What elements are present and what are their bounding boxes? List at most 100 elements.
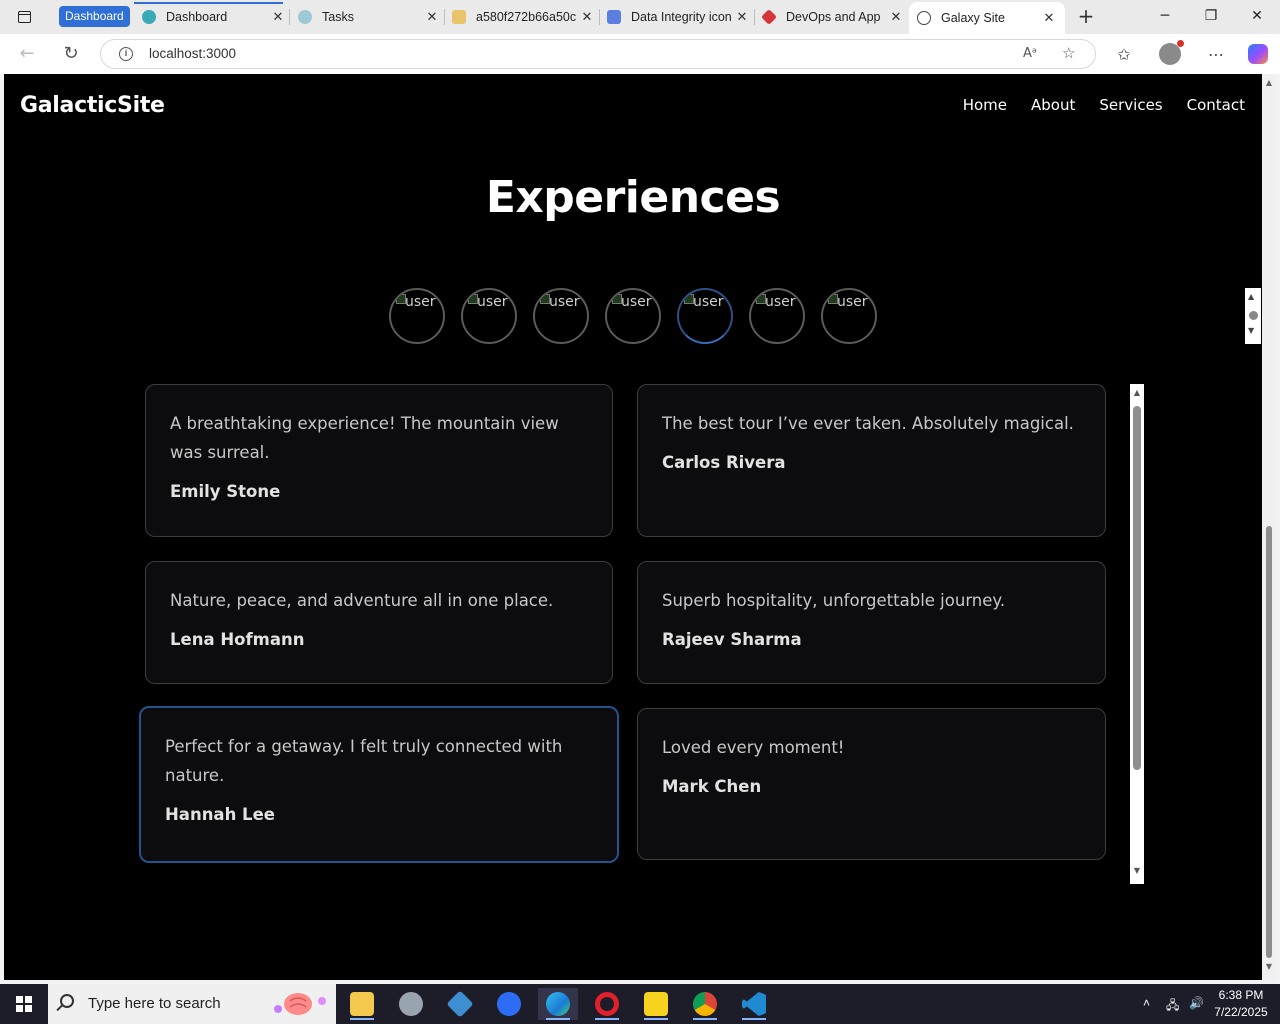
tab-data-integrity[interactable]: Data Integrity icon ✕ <box>607 4 750 30</box>
taskbar-search[interactable]: Type here to search <box>48 984 336 1024</box>
tab-title: Data Integrity icon <box>631 10 732 24</box>
avatar-alt-text: user <box>477 294 508 310</box>
tab-dashboard[interactable]: Dashboard ✕ <box>142 4 286 30</box>
site-info-icon[interactable]: i <box>119 47 133 61</box>
tab-title: DevOps and App <box>786 10 881 24</box>
reload-button[interactable]: ↻ <box>58 42 84 66</box>
scroll-thumb[interactable] <box>1266 526 1272 958</box>
testimonial-quote: Superb hospitality, unforgettable journe… <box>662 591 1006 610</box>
w-favicon-icon <box>452 10 466 24</box>
url-text[interactable]: localhost:3000 <box>149 46 236 61</box>
tab-actions-icon[interactable] <box>10 6 38 28</box>
page-scrollbar[interactable]: ▲ ▼ <box>1262 74 1276 980</box>
tab-hash[interactable]: a580f272b66a50c ✕ <box>452 4 595 30</box>
user-avatar[interactable]: user <box>821 288 877 344</box>
devops-favicon-icon <box>761 9 777 25</box>
tab-tasks[interactable]: Tasks ✕ <box>298 4 440 30</box>
taskbar-sticky-notes[interactable] <box>636 988 676 1020</box>
user-avatar[interactable]: user <box>461 288 517 344</box>
testimonial-card[interactable]: Loved every moment! Mark Chen <box>637 708 1106 860</box>
chevron-up-icon[interactable]: ˄ <box>1143 996 1150 1010</box>
running-indicator <box>644 1018 668 1020</box>
tab-galaxy-site[interactable]: Galaxy Site ✕ <box>909 2 1065 34</box>
broken-image-icon <box>539 293 550 304</box>
testimonial-quote: The best tour I’ve ever taken. Absolutel… <box>662 414 1074 433</box>
tab-group-label[interactable]: Dashboard <box>59 6 130 27</box>
taskbar-edge[interactable] <box>538 988 578 1020</box>
scroll-down-arrow-icon[interactable]: ▼ <box>1132 866 1142 875</box>
avatar-scroller[interactable]: ▲ ▼ <box>1245 288 1261 344</box>
minimize-button[interactable]: ─ <box>1150 6 1180 26</box>
user-avatar[interactable]: user <box>749 288 805 344</box>
avatar-alt-text: user <box>837 294 868 310</box>
avatar-carousel: user user user user user user user <box>389 288 877 344</box>
avatar-alt-text: user <box>621 294 652 310</box>
restore-button[interactable]: ❐ <box>1196 6 1226 26</box>
testimonial-card[interactable]: Superb hospitality, unforgettable journe… <box>637 561 1106 684</box>
scroll-up-arrow-icon[interactable]: ▲ <box>1264 78 1274 87</box>
tab-title: Dashboard <box>166 10 228 24</box>
page-viewport: GalacticSite Home About Services Contact… <box>4 74 1262 980</box>
avatar-alt-text: user <box>405 294 436 310</box>
testimonial-card[interactable]: The best tour I’ve ever taken. Absolutel… <box>637 384 1106 537</box>
browser-tab-strip: Dashboard Dashboard ✕ Tasks ✕ a580f272b6… <box>0 0 1280 34</box>
avatar-alt-text: user <box>693 294 724 310</box>
address-bar[interactable]: i localhost:3000 Aᵃ ☆ <box>100 39 1096 69</box>
network-icon[interactable]: 🖧 <box>1166 996 1179 1017</box>
back-button[interactable]: ← <box>14 42 40 66</box>
nav-home-link[interactable]: Home <box>963 96 1007 114</box>
vscode-icon <box>742 992 766 1016</box>
taskbar-zoom[interactable] <box>489 988 529 1020</box>
scroll-thumb[interactable] <box>1249 311 1258 320</box>
close-icon[interactable]: ✕ <box>1041 10 1057 26</box>
taskbar-file-explorer[interactable] <box>342 988 382 1020</box>
taskbar-opera[interactable] <box>587 988 627 1020</box>
tab-devops[interactable]: DevOps and App ✕ <box>761 4 904 30</box>
nav-about-link[interactable]: About <box>1031 96 1075 114</box>
user-avatar[interactable]: user <box>533 288 589 344</box>
volume-icon[interactable]: 🔊 <box>1189 996 1204 1010</box>
testimonials-scrollbar[interactable]: ▲ ▼ <box>1130 384 1144 884</box>
testimonial-card[interactable]: A breathtaking experience! The mountain … <box>145 384 613 537</box>
scroll-up-arrow-icon[interactable]: ▲ <box>1132 388 1142 397</box>
browser-toolbar: ← ↻ i localhost:3000 Aᵃ ☆ ✩ ⋯ <box>0 34 1280 74</box>
testimonial-quote: Perfect for a getaway. I felt truly conn… <box>165 737 563 785</box>
system-clock[interactable]: 6:38 PM 7/22/2025 <box>1208 987 1274 1021</box>
more-menu-icon[interactable]: ⋯ <box>1205 44 1227 66</box>
testimonial-author: Hannah Lee <box>165 805 275 824</box>
taskbar-app-diamond[interactable] <box>440 988 480 1020</box>
scroll-thumb[interactable] <box>1133 406 1141 770</box>
site-logo[interactable]: GalacticSite <box>20 93 165 118</box>
new-tab-button[interactable]: + <box>1075 5 1097 27</box>
taskbar-snipping[interactable] <box>391 988 431 1020</box>
folder-icon <box>350 992 374 1016</box>
close-icon[interactable]: ✕ <box>579 9 595 25</box>
close-icon[interactable]: ✕ <box>734 9 750 25</box>
close-icon[interactable]: ✕ <box>888 9 904 25</box>
testimonial-card-active[interactable]: Perfect for a getaway. I felt truly conn… <box>139 706 619 863</box>
search-placeholder: Type here to search <box>88 995 221 1012</box>
taskbar-vscode[interactable] <box>734 988 774 1020</box>
user-avatar[interactable]: user <box>605 288 661 344</box>
nav-services-link[interactable]: Services <box>1099 96 1162 114</box>
read-aloud-icon[interactable]: Aᵃ <box>1023 46 1037 61</box>
testimonial-card[interactable]: Nature, peace, and adventure all in one … <box>145 561 613 684</box>
start-button[interactable] <box>0 984 48 1024</box>
scroll-down-arrow-icon[interactable]: ▼ <box>1264 962 1274 971</box>
user-avatar[interactable]: user <box>389 288 445 344</box>
nav-contact-link[interactable]: Contact <box>1187 96 1245 114</box>
scroll-down-arrow-icon[interactable]: ▼ <box>1248 326 1254 335</box>
clock-time: 6:38 PM <box>1218 988 1264 1002</box>
user-avatar-active[interactable]: user <box>677 288 733 344</box>
avatar-alt-text: user <box>549 294 580 310</box>
close-icon[interactable]: ✕ <box>270 9 286 25</box>
broken-image-icon <box>611 293 622 304</box>
copilot-icon[interactable] <box>1248 44 1268 64</box>
close-window-button[interactable]: ✕ <box>1242 6 1272 26</box>
taskbar-chrome[interactable] <box>685 988 725 1020</box>
scroll-up-arrow-icon[interactable]: ▲ <box>1248 292 1254 301</box>
close-icon[interactable]: ✕ <box>424 9 440 25</box>
favorite-star-icon[interactable]: ☆ <box>1062 44 1075 62</box>
profile-avatar-icon[interactable] <box>1159 40 1184 65</box>
favorites-icon[interactable]: ✩ <box>1113 44 1135 66</box>
